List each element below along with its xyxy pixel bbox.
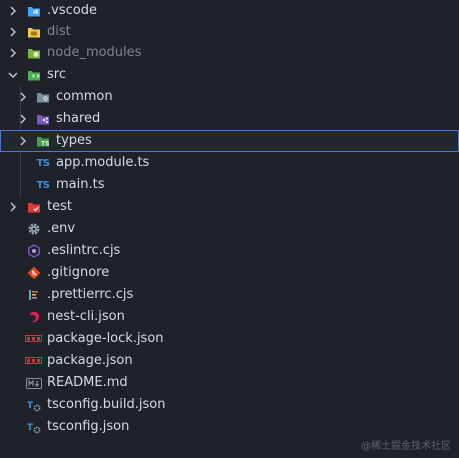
chevron-down-icon[interactable] xyxy=(8,70,18,80)
chevron-right-icon[interactable] xyxy=(18,114,28,124)
prettier-icon xyxy=(27,288,41,302)
tree-item-types[interactable]: TS types xyxy=(0,130,459,152)
markdown-icon xyxy=(26,376,42,390)
tree-item-prettierrc[interactable]: .prettierrc.cjs xyxy=(0,284,459,306)
chevron-right-icon[interactable] xyxy=(8,202,18,212)
eslint-icon xyxy=(27,244,41,258)
tree-item-label: package-lock.json xyxy=(47,331,164,346)
tree-item-label: shared xyxy=(56,111,101,126)
tree-item-package[interactable]: package.json xyxy=(0,350,459,372)
npm-icon xyxy=(25,354,42,368)
watermark: @稀土掘金技术社区 xyxy=(361,441,451,452)
dist-folder-icon xyxy=(27,25,41,39)
gear-icon xyxy=(27,222,41,236)
typescript-file-icon: TS xyxy=(36,179,50,191)
typescript-file-icon: TS xyxy=(36,157,50,169)
nestjs-icon xyxy=(27,310,41,324)
tsconfig-icon: T xyxy=(27,420,41,434)
tree-item-main-ts[interactable]: TS main.ts xyxy=(0,174,459,196)
tree-item-nest-cli[interactable]: nest-cli.json xyxy=(0,306,459,328)
chevron-right-icon[interactable] xyxy=(8,27,18,37)
shared-folder-icon xyxy=(36,112,50,126)
tree-item-tsconfig[interactable]: T tsconfig.json xyxy=(0,416,459,438)
tree-item-label: .gitignore xyxy=(47,265,110,280)
tree-item-label: app.module.ts xyxy=(56,155,150,170)
chevron-right-icon[interactable] xyxy=(18,136,28,146)
tree-item-test[interactable]: test xyxy=(0,196,459,218)
tree-item-env[interactable]: .env xyxy=(0,218,459,240)
tree-item-gitignore[interactable]: .gitignore xyxy=(0,262,459,284)
tree-item-label: .prettierrc.cjs xyxy=(47,287,134,302)
tree-item-app-module-ts[interactable]: TS app.module.ts xyxy=(0,152,459,174)
tree-item-label: .env xyxy=(47,221,76,236)
tree-item-package-lock[interactable]: package-lock.json xyxy=(0,328,459,350)
tree-item-label: dist xyxy=(47,24,71,39)
tree-item-shared[interactable]: shared xyxy=(0,108,459,130)
chevron-right-icon[interactable] xyxy=(8,48,18,58)
svg-text:T: T xyxy=(27,423,34,433)
tsconfig-icon: T xyxy=(27,398,41,412)
tree-item-label: test xyxy=(47,199,72,214)
chevron-right-icon[interactable] xyxy=(8,6,18,16)
tree-item-label: .eslintrc.cjs xyxy=(47,243,121,258)
git-icon xyxy=(27,266,41,280)
tree-item-vscode[interactable]: .vscode xyxy=(0,0,459,22)
tree-item-label: tsconfig.build.json xyxy=(47,397,166,412)
chevron-right-icon[interactable] xyxy=(18,92,28,102)
tree-item-label: tsconfig.json xyxy=(47,419,130,434)
tree-item-dist[interactable]: dist xyxy=(0,21,459,43)
npm-icon xyxy=(25,332,42,346)
svg-text:TS: TS xyxy=(41,141,49,148)
tree-item-readme[interactable]: README.md xyxy=(0,372,459,394)
tree-item-label: .vscode xyxy=(47,3,97,18)
tree-item-label: main.ts xyxy=(56,177,105,192)
vscode-folder-icon xyxy=(27,4,41,18)
tree-item-src[interactable]: src xyxy=(0,64,459,86)
svg-text:T: T xyxy=(27,401,34,411)
tree-item-label: nest-cli.json xyxy=(47,309,125,324)
types-folder-icon: TS xyxy=(36,134,50,148)
tree-item-label: common xyxy=(56,89,113,104)
tree-item-eslintrc[interactable]: .eslintrc.cjs xyxy=(0,240,459,262)
common-folder-icon xyxy=(36,90,50,104)
src-folder-icon xyxy=(27,68,41,82)
test-folder-icon xyxy=(27,200,41,214)
node-modules-folder-icon xyxy=(27,46,41,60)
tree-item-common[interactable]: common xyxy=(0,86,459,108)
tree-item-label: src xyxy=(47,67,66,82)
tree-item-label: types xyxy=(56,133,92,148)
tree-item-label: package.json xyxy=(47,353,133,368)
tree-item-label: README.md xyxy=(47,375,128,390)
tree-item-label: node_modules xyxy=(47,45,142,60)
tree-item-node-modules[interactable]: node_modules xyxy=(0,42,459,64)
tree-item-tsconfig-build[interactable]: T tsconfig.build.json xyxy=(0,394,459,416)
